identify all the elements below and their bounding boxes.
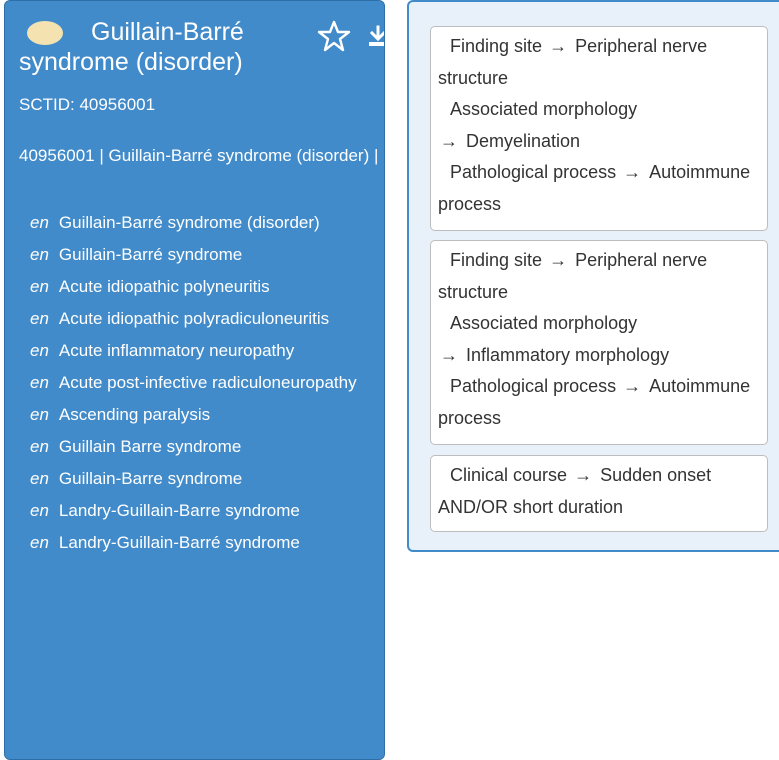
description-term: Landry-Guillain-Barre syndrome xyxy=(58,501,300,520)
description-term: Acute idiopathic polyradiculoneuritis xyxy=(58,309,330,328)
relationship-group: Finding site → Peripheral nerve structure… xyxy=(430,240,768,445)
description-item: en Ascending paralysis xyxy=(19,399,374,431)
description-term: Guillain Barre syndrome xyxy=(58,437,242,456)
arrow-right-icon: → xyxy=(574,465,593,485)
relationship: Finding site → Peripheral nerve structure xyxy=(438,31,761,94)
description-item: en Acute idiopathic polyneuritis xyxy=(19,271,374,303)
description-item: en Landry-Guillain-Barre syndrome xyxy=(19,495,374,527)
download-icon[interactable] xyxy=(367,25,385,47)
fully-specified-name: 40956001 | Guillain-Barré syndrome (diso… xyxy=(19,146,379,165)
description-item: en Acute idiopathic polyradiculoneuritis xyxy=(19,303,374,335)
sctid-label: SCTID: 40956001 xyxy=(19,95,156,114)
relationship: Associated morphology → Demyelination xyxy=(438,94,761,157)
description-list: en Guillain-Barré syndrome (disorder) en Gu… xyxy=(19,207,374,559)
description-term: Acute post-infective radiculoneuropathy xyxy=(58,373,357,392)
description-term: Guillain-Barré syndrome xyxy=(58,245,243,264)
language-code: en xyxy=(30,469,49,488)
description-term: Ascending paralysis xyxy=(58,405,211,424)
language-code: en xyxy=(30,373,49,392)
description-term: Landry-Guillain-Barré syndrome xyxy=(58,533,300,552)
description-item: en Guillain-Barré syndrome (disorder) xyxy=(19,207,374,239)
description-item: en Acute inflammatory neuropathy xyxy=(19,335,374,367)
relationship-type: Pathological process xyxy=(450,162,617,183)
arrow-right-icon: → xyxy=(440,130,458,151)
language-code: en xyxy=(30,405,49,424)
relationship: Finding site → Peripheral nerve structure xyxy=(438,245,761,308)
relationship: Pathological process → Autoimmune process xyxy=(438,157,761,220)
arrow-right-icon: → xyxy=(549,36,568,56)
language-code: en xyxy=(30,437,49,456)
language-code: en xyxy=(30,277,49,296)
description-item: en Guillain-Barré syndrome xyxy=(19,239,374,271)
language-code: en xyxy=(30,245,49,264)
relationship-type: Pathological process xyxy=(450,376,617,397)
language-code: en xyxy=(30,501,49,520)
description-item: en Guillain-Barre syndrome xyxy=(19,463,374,495)
relationship-type: Associated morphology xyxy=(450,313,638,334)
language-code: en xyxy=(30,309,49,328)
relationship-type: Associated morphology xyxy=(450,99,638,120)
concept-title: Guillain-Barré syndrome (disorder) xyxy=(19,18,244,76)
relationship-type: Clinical course xyxy=(450,465,568,485)
concept-header: Guillain-Barré syndrome (disorder) xyxy=(19,17,384,81)
relationship: Pathological process → Autoimmune process xyxy=(438,371,761,434)
description-item: en Acute post-infective radiculoneuropath… xyxy=(19,367,374,399)
concept-details-panel: Guillain-Barré syndrome (disorder) SCTID… xyxy=(4,0,385,760)
description-term: Guillain-Barré syndrome (disorder) xyxy=(58,213,320,232)
language-code: en xyxy=(30,213,49,232)
language-code: en xyxy=(30,341,49,360)
description-term: Guillain-Barre syndrome xyxy=(58,469,243,488)
arrow-right-icon: → xyxy=(623,376,642,397)
relationship-group: Clinical course → Sudden onset AND/OR sho… xyxy=(430,455,768,532)
description-term: Acute inflammatory neuropathy xyxy=(58,341,295,360)
relationship: Associated morphology → Inflammatory morp… xyxy=(438,308,761,371)
arrow-right-icon: → xyxy=(623,162,642,183)
language-code: en xyxy=(30,533,49,552)
star-outline-icon[interactable] xyxy=(317,19,351,53)
relationships-panel: Finding site → Peripheral nerve structure… xyxy=(407,0,779,552)
description-item: en Landry-Guillain-Barré syndrome xyxy=(19,527,374,559)
arrow-right-icon: → xyxy=(440,344,458,365)
arrow-right-icon: → xyxy=(549,250,568,270)
relationship-type: Finding site xyxy=(450,250,543,270)
relationship-group: Finding site → Peripheral nerve structure… xyxy=(430,26,768,231)
relationship-type: Finding site xyxy=(450,36,543,56)
relationship-target: Inflammatory morphology xyxy=(466,344,670,365)
description-term: Acute idiopathic polyneuritis xyxy=(58,277,270,296)
relationship-target: Demyelination xyxy=(466,130,581,151)
relationship: Clinical course → Sudden onset AND/OR sho… xyxy=(438,460,761,523)
description-item: en Guillain Barre syndrome xyxy=(19,431,374,463)
